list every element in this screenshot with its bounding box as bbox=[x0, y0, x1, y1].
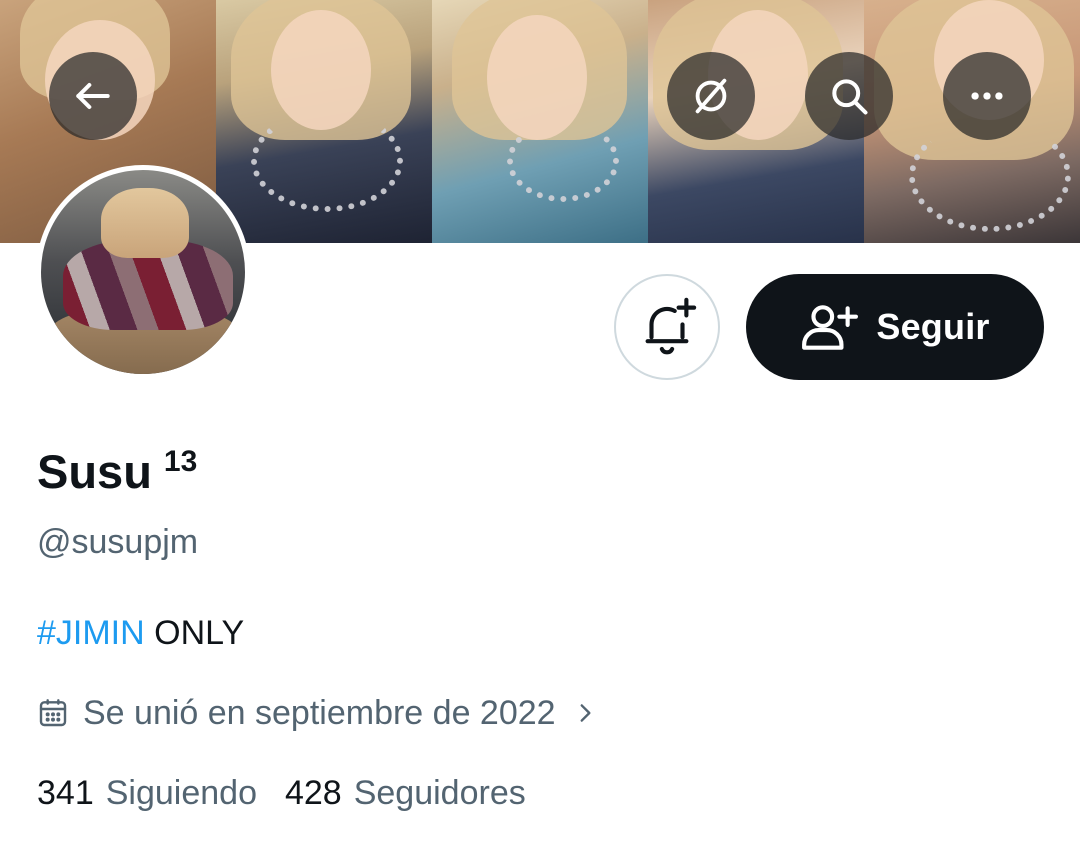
following-link[interactable]: 341 Siguiendo bbox=[37, 770, 257, 816]
followers-count: 428 bbox=[284, 774, 342, 812]
joined-date-row[interactable]: Se unió en septiembre de 2022 bbox=[37, 690, 598, 736]
profile-stats: 341 Siguiendo 428 Seguidores bbox=[37, 770, 526, 816]
link-off-icon bbox=[695, 78, 727, 114]
followers-label: Seguidores bbox=[353, 774, 526, 812]
bio-text: ONLY bbox=[144, 614, 245, 652]
followers-link[interactable]: 428 Seguidores bbox=[285, 770, 526, 816]
display-name: Susu bbox=[37, 445, 152, 498]
arrow-left-icon bbox=[76, 82, 110, 110]
more-horizontal-icon bbox=[971, 92, 1003, 100]
avatar-photo bbox=[41, 170, 245, 374]
joined-date-text: Se unió en septiembre de 2022 bbox=[83, 693, 556, 732]
notify-button[interactable] bbox=[614, 274, 720, 380]
chevron-right-icon bbox=[572, 698, 598, 728]
follow-button[interactable]: Seguir bbox=[746, 274, 1044, 380]
profile-bio: #JIMIN ONLY bbox=[37, 610, 244, 656]
unlink-button[interactable] bbox=[667, 52, 755, 140]
bell-plus-icon bbox=[645, 297, 697, 355]
back-button[interactable] bbox=[49, 52, 137, 140]
search-button[interactable] bbox=[805, 52, 893, 140]
calendar-icon bbox=[39, 699, 67, 727]
avatar[interactable] bbox=[36, 165, 250, 379]
profile-name-row: Susu 13 bbox=[37, 440, 197, 504]
profile-handle: @susupjm bbox=[37, 523, 199, 561]
following-label: Siguiendo bbox=[105, 774, 257, 812]
bio-hashtag-link[interactable]: #JIMIN bbox=[37, 614, 145, 652]
following-count: 341 bbox=[37, 774, 94, 812]
more-button[interactable] bbox=[943, 52, 1031, 140]
follow-label: Seguir bbox=[876, 306, 990, 347]
banner-photo-2 bbox=[216, 0, 432, 243]
add-user-icon bbox=[802, 305, 859, 350]
display-name-superscript: 13 bbox=[163, 445, 198, 478]
search-icon bbox=[832, 79, 868, 115]
banner-photo-3 bbox=[432, 0, 648, 243]
